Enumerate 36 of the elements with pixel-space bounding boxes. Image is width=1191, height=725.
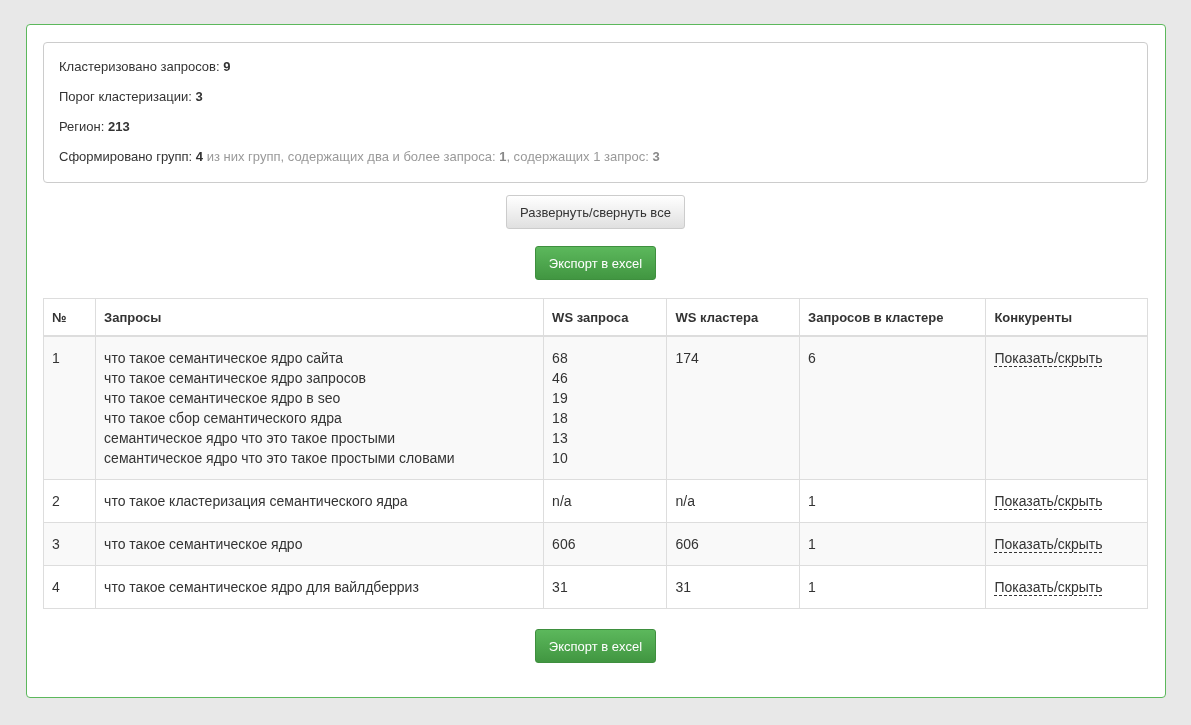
- ws-value: 46: [552, 369, 569, 388]
- query-text: что такое сбор семантического ядра: [104, 409, 343, 428]
- query-text: что такое семантическое ядро в seo: [104, 389, 342, 408]
- table-cell: 1: [43, 336, 96, 480]
- ws-value: 18: [552, 409, 569, 428]
- table-cell: 174: [666, 336, 800, 480]
- ws-value: 68: [552, 349, 569, 368]
- query-text: что такое семантическое ядро для вайлдберриз: [104, 578, 420, 597]
- table-cell: 6: [799, 336, 986, 480]
- query-text: что такое кластеризация семантического ядра: [104, 492, 409, 511]
- ws-value: n/a: [552, 492, 573, 511]
- query-text: что такое семантическое ядро запросов: [104, 369, 368, 388]
- query-text: семантическое ядро что это такое простыми словами: [104, 449, 456, 468]
- show-hide-link[interactable]: Показать/скрыть: [994, 350, 1103, 367]
- query-text: семантическое ядро что это такое простыми: [104, 429, 397, 448]
- table-cell: n/a: [666, 479, 800, 523]
- table-cell: 4: [43, 565, 96, 609]
- table-cell: 1: [799, 479, 986, 523]
- summary-line: Порог кластеризации: 3: [59, 88, 204, 106]
- expand-collapse-button[interactable]: Развернуть/свернуть все: [506, 195, 685, 229]
- ws-value: 31: [552, 578, 569, 597]
- table-cell: 31: [666, 565, 800, 609]
- summary-line: Кластеризовано запросов: 9: [59, 58, 232, 76]
- table-cell: 606: [666, 522, 800, 566]
- table-cell: 2: [43, 479, 96, 523]
- ws-value: 19: [552, 389, 569, 408]
- query-text: что такое семантическое ядро сайта: [104, 349, 344, 368]
- summary-line: Регион: 213: [59, 118, 131, 136]
- summary-line: Сформировано групп: 4 из них групп, содержащих два и более запроса: 1, содержащих 1 запрос: 3: [59, 148, 661, 166]
- query-text: что такое семантическое ядро: [104, 535, 304, 554]
- table-cell: 1: [799, 522, 986, 566]
- table-cell: 1: [799, 565, 986, 609]
- table-cell: 3: [43, 522, 96, 566]
- ws-value: 10: [552, 449, 569, 468]
- ws-value: 606: [552, 535, 577, 554]
- ws-value: 13: [552, 429, 569, 448]
